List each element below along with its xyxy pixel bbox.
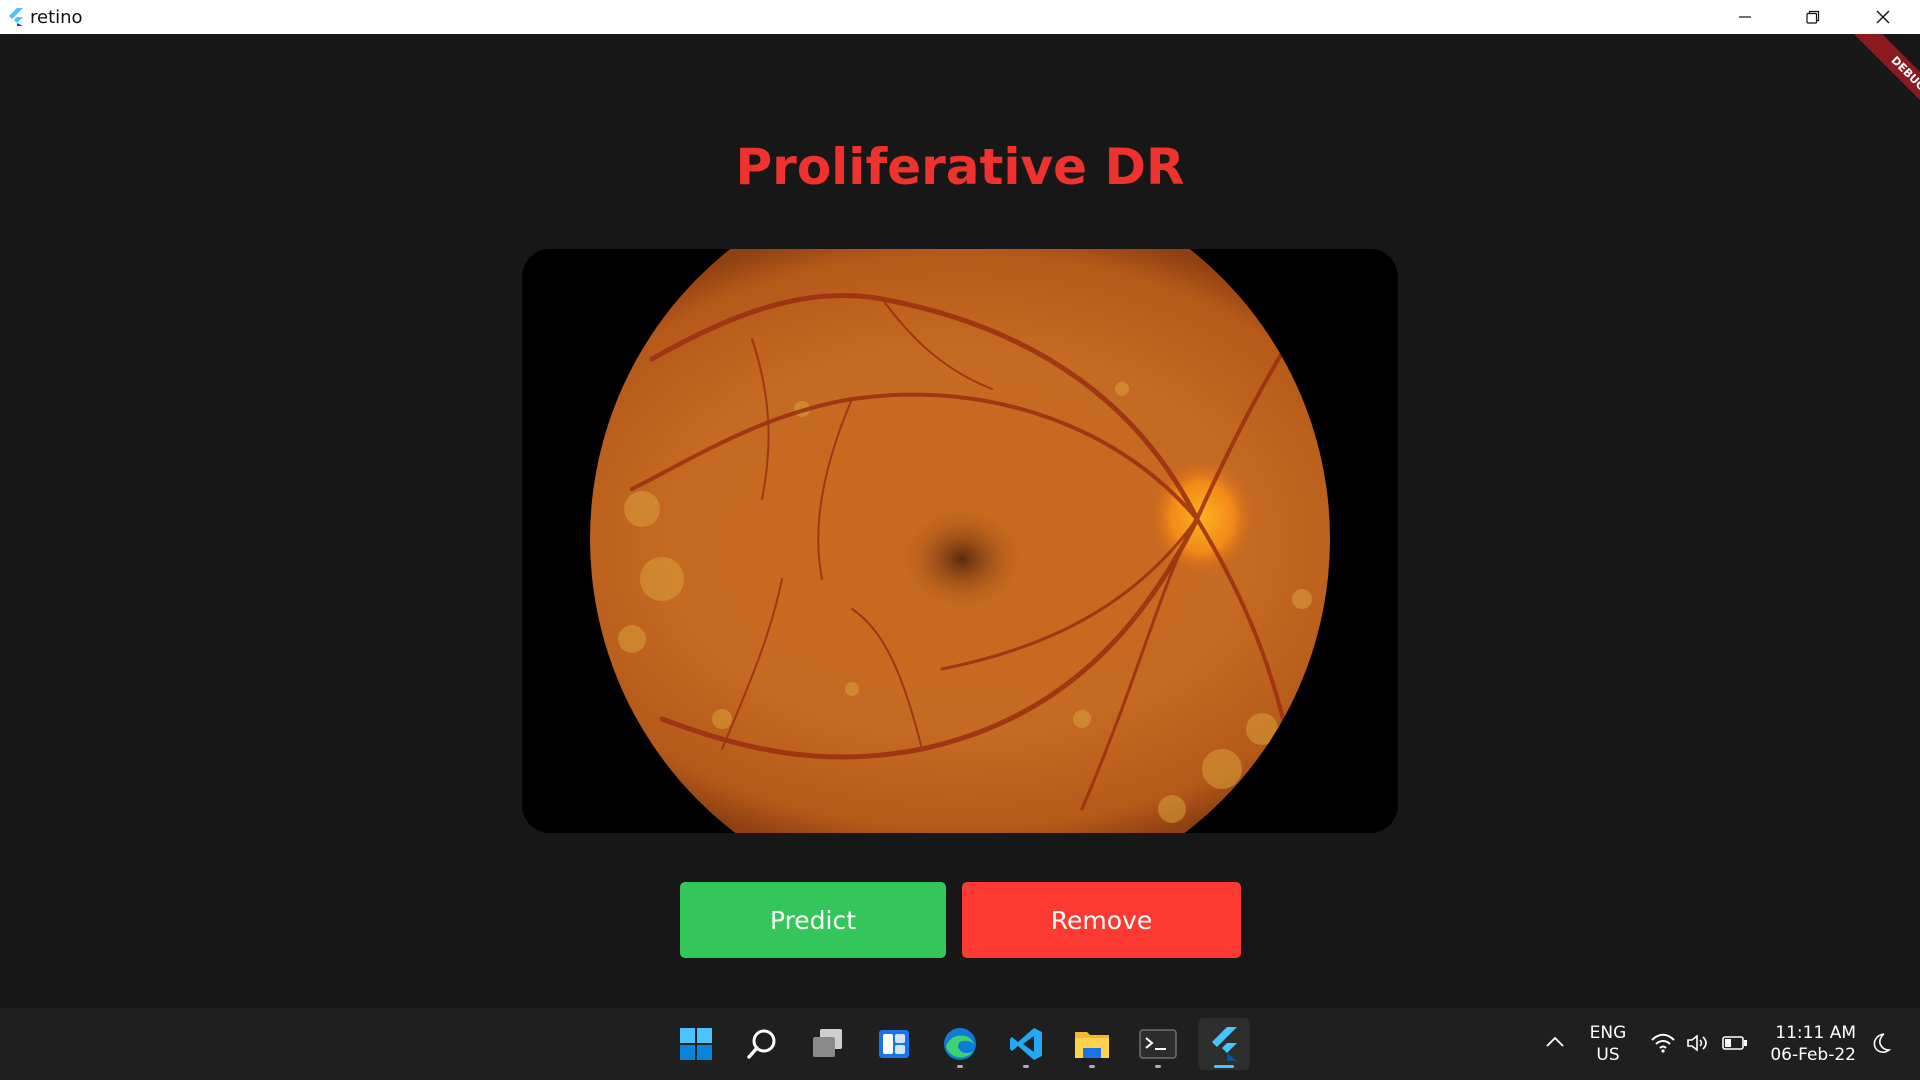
file-explorer-icon: [1075, 1032, 1109, 1058]
start-button[interactable]: [670, 1018, 722, 1070]
restore-button[interactable]: [1778, 0, 1848, 34]
terminal-button[interactable]: [1132, 1018, 1184, 1070]
clock[interactable]: 11:11 AM 06-Feb-22: [1766, 1022, 1856, 1066]
minimize-icon: [1739, 16, 1751, 18]
time-text: 11:11 AM: [1775, 1023, 1856, 1043]
flutter-app-icon: [9, 8, 23, 26]
edge-icon: [944, 1028, 976, 1060]
restore-icon: [1806, 10, 1820, 24]
focus-assist-moon-icon[interactable]: [1870, 1032, 1892, 1056]
retina-fundus-image: [522, 249, 1398, 833]
start-icon: [680, 1028, 712, 1060]
vscode-icon: [1010, 1028, 1042, 1060]
close-icon: [1876, 10, 1890, 24]
predict-button[interactable]: Predict: [680, 882, 946, 958]
running-indicator: [957, 1065, 963, 1068]
search-button[interactable]: [736, 1018, 788, 1070]
wifi-icon[interactable]: [1650, 1032, 1676, 1054]
running-indicator: [1023, 1065, 1029, 1068]
minimize-button[interactable]: [1710, 0, 1780, 34]
edge-button[interactable]: [934, 1018, 986, 1070]
window-titlebar: retino: [0, 0, 1920, 34]
app-content: Proliferative DR Predict Remove: [0, 34, 1920, 1008]
task-view-icon: [813, 1029, 842, 1057]
active-indicator: [1214, 1065, 1234, 1068]
terminal-icon: [1139, 1029, 1177, 1059]
vscode-button[interactable]: [1000, 1018, 1052, 1070]
widgets-icon: [879, 1030, 909, 1058]
date-text: 06-Feb-22: [1770, 1045, 1856, 1065]
file-explorer-button[interactable]: [1066, 1018, 1118, 1070]
language-indicator[interactable]: ENG US: [1580, 1022, 1636, 1066]
chevron-up-icon[interactable]: [1544, 1034, 1566, 1050]
running-indicator: [1155, 1065, 1161, 1068]
widgets-button[interactable]: [868, 1018, 920, 1070]
language-code: ENG: [1589, 1023, 1627, 1043]
fundus-image-card: [522, 249, 1398, 833]
close-button[interactable]: [1848, 0, 1918, 34]
keyboard-layout: US: [1596, 1045, 1620, 1065]
search-icon: [747, 1029, 776, 1059]
prediction-result-title: Proliferative DR: [735, 138, 1185, 196]
running-indicator: [1089, 1065, 1095, 1068]
flutter-icon: [1212, 1027, 1237, 1061]
flutter-app-button[interactable]: [1198, 1018, 1250, 1070]
window-title: retino: [30, 7, 83, 28]
battery-icon[interactable]: [1722, 1035, 1748, 1051]
remove-button[interactable]: Remove: [962, 882, 1241, 958]
volume-icon[interactable]: [1686, 1032, 1708, 1054]
taskbar: ENG US 11:11 AM 06-Feb-22: [0, 1008, 1920, 1080]
task-view-button[interactable]: [802, 1018, 854, 1070]
